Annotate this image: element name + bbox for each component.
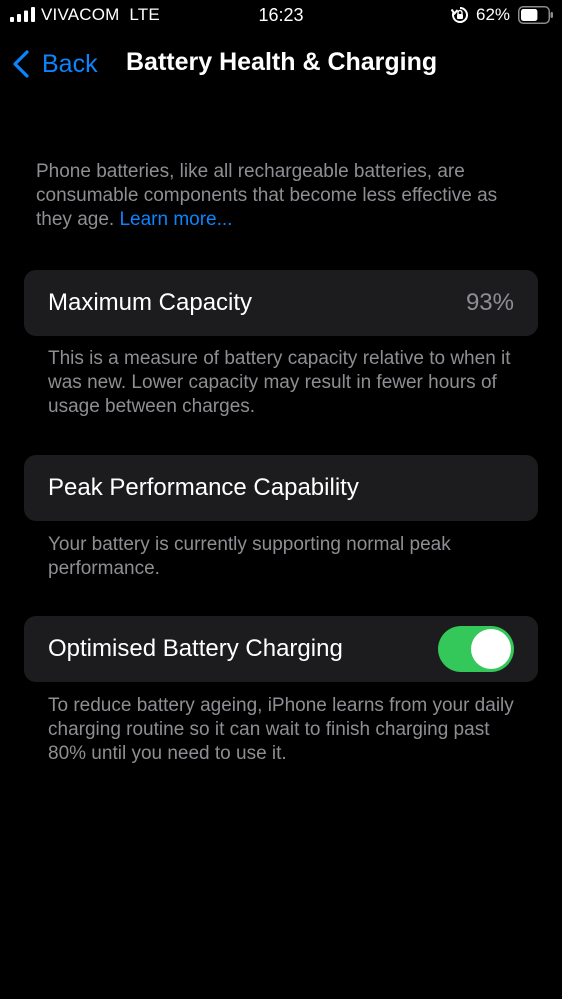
peak-performance-label: Peak Performance Capability [48, 474, 359, 501]
rotation-lock-icon [451, 7, 468, 23]
peak-performance-footer: Your battery is currently supporting nor… [48, 534, 451, 579]
intro-text: Phone batteries, like all rechargeable b… [36, 160, 536, 232]
learn-more-link[interactable]: Learn more... [119, 209, 232, 230]
intro-body: Phone batteries, like all rechargeable b… [36, 161, 498, 230]
maximum-capacity-footer: This is a measure of battery capacity re… [48, 348, 511, 417]
back-label: Back [42, 49, 98, 78]
maximum-capacity-value: 93% [465, 289, 514, 316]
peak-performance-cell: Peak Performance Capability [24, 455, 538, 521]
optimised-charging-toggle[interactable] [438, 626, 514, 672]
back-button[interactable]: Back [10, 44, 98, 84]
page-title: Battery Health & Charging [126, 48, 438, 76]
status-bar: VIVACOM LTE 16:23 62% [0, 0, 562, 32]
optimised-charging-label: Optimised Battery Charging [48, 635, 343, 662]
chevron-left-icon [13, 50, 29, 78]
toggle-knob [471, 629, 511, 669]
optimised-charging-cell: Optimised Battery Charging [24, 616, 538, 682]
maximum-capacity-label: Maximum Capacity [48, 289, 253, 316]
battery-icon [518, 6, 553, 24]
optimised-charging-footer: To reduce battery ageing, iPhone learns … [48, 695, 514, 764]
battery-percent: 62% [476, 5, 511, 24]
maximum-capacity-cell: Maximum Capacity 93% [24, 270, 538, 336]
